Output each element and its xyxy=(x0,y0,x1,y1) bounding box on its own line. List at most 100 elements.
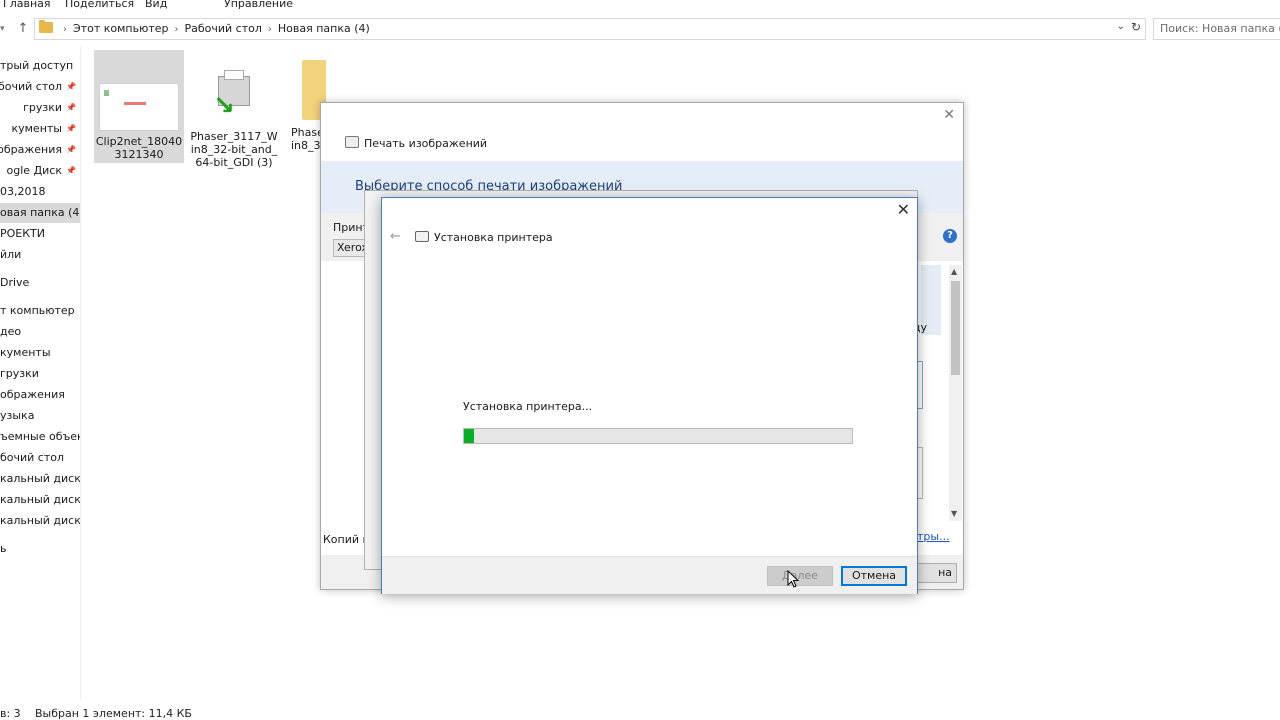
sidebar-item-label: кальный диск (С xyxy=(0,472,81,485)
sidebar-item-label: овая папка (4) xyxy=(0,206,81,219)
sidebar-item-label: РОЕКТИ xyxy=(0,227,45,240)
sidebar-item[interactable]: ображения xyxy=(0,385,80,405)
tab-share[interactable]: Поделиться xyxy=(65,0,134,10)
layout-scrollbar[interactable]: ▲ ▼ xyxy=(949,265,962,521)
sidebar-item[interactable]: ображения 📌 xyxy=(0,140,80,160)
sidebar-item-label: ъемные объекты xyxy=(0,430,80,443)
sidebar-item-label: бочий стол xyxy=(0,80,62,93)
sidebar-item-label: 03,2018 xyxy=(0,185,46,198)
sidebar-item-label: кументы xyxy=(0,346,51,359)
chevron-right-icon: › xyxy=(267,24,272,35)
chevron-up-icon[interactable]: ▲ xyxy=(951,267,957,276)
chevron-right-icon: › xyxy=(63,24,67,35)
next-button[interactable]: Далее xyxy=(767,566,833,586)
sidebar-item-label: йли xyxy=(0,248,22,261)
file-item-phaser-driver[interactable]: ↘ Phaser_3117_Win8_32-bit_and_64-bit_GDI… xyxy=(189,50,279,176)
sidebar-item-label: ображения xyxy=(0,388,65,401)
sidebar-item[interactable]: кументы xyxy=(0,343,80,363)
pin-icon[interactable]: 📌 xyxy=(66,98,76,118)
sidebar-item-label: ображения xyxy=(0,143,62,156)
back-arrow-icon[interactable]: ← xyxy=(390,229,401,244)
sidebar-item[interactable]: РОЕКТИ xyxy=(0,224,80,244)
navigation-pane: трый доступ бочий стол 📌 грузки 📌 кументы 📌 обр… xyxy=(0,46,81,700)
sidebar-item-label: кальный диск (D xyxy=(0,493,81,506)
breadcrumb-desktop[interactable]: Рабочий стол xyxy=(185,22,262,35)
selection-info: Выбран 1 элемент: 11,4 КБ xyxy=(35,707,192,720)
sidebar-item[interactable]: бочий стол 📌 xyxy=(0,77,80,97)
progress-fill xyxy=(464,429,474,443)
sidebar-item-label: Drive xyxy=(0,276,30,289)
ribbon-tabs: Главная Поделиться Вид Управление xyxy=(0,0,1280,12)
sidebar-item[interactable]: кальный диск (D xyxy=(0,490,80,510)
file-item-clip2net[interactable]: Clip2net_180403121340 xyxy=(94,50,184,163)
address-bar[interactable]: › Этот компьютер › Рабочий стол › Новая папка… xyxy=(34,18,1146,40)
sidebar-item[interactable]: т компьютер xyxy=(0,301,80,321)
status-bar: в: 3 Выбран 1 элемент: 11,4 КБ xyxy=(0,707,1280,720)
install-progress-bar xyxy=(463,428,853,444)
sidebar-item[interactable]: ь xyxy=(0,539,80,559)
wizard-title: Установка принтера xyxy=(415,231,553,244)
tab-home[interactable]: Главная xyxy=(3,0,51,10)
sidebar-item[interactable]: грузки xyxy=(0,364,80,384)
sidebar-item[interactable]: ogle Диск 📌 xyxy=(0,161,80,181)
tab-manage[interactable]: Управление xyxy=(224,0,293,10)
search-placeholder: Поиск: Новая папка (4) xyxy=(1160,22,1280,35)
items-count: в: 3 xyxy=(0,707,21,720)
chevron-down-icon[interactable]: ▼ xyxy=(951,509,957,518)
pin-icon[interactable]: 📌 xyxy=(66,119,76,139)
mouse-cursor-icon xyxy=(787,570,799,588)
help-icon[interactable]: ? xyxy=(943,229,957,243)
sidebar-item-label: бочий стол xyxy=(0,451,65,464)
sidebar-item[interactable]: Drive xyxy=(0,273,80,293)
wizard-footer: Далее Отмена xyxy=(382,556,917,594)
pin-icon[interactable]: 📌 xyxy=(66,161,76,181)
folder-icon xyxy=(39,20,53,33)
sidebar-item[interactable]: узыка xyxy=(0,406,80,426)
sidebar-item-label: грузки xyxy=(0,367,39,380)
chevron-right-icon: › xyxy=(174,24,179,35)
up-arrow-icon[interactable]: ↑ xyxy=(14,20,32,38)
pin-icon[interactable]: 📌 xyxy=(66,140,76,160)
installer-icon: ↘ xyxy=(210,70,258,124)
printer-icon xyxy=(415,231,429,242)
sidebar-item[interactable]: йли xyxy=(0,245,80,265)
sidebar-item[interactable]: кументы 📌 xyxy=(0,119,80,139)
pin-icon[interactable]: 📌 xyxy=(66,77,76,97)
dialog-title: Печать изображений xyxy=(345,136,487,150)
recent-locations-icon[interactable]: ▾ xyxy=(0,20,10,38)
tab-view[interactable]: Вид xyxy=(145,0,167,10)
sidebar-item[interactable]: овая папка (4) xyxy=(0,203,80,223)
sidebar-item[interactable]: део xyxy=(0,322,80,342)
sidebar-item[interactable]: трый доступ xyxy=(0,56,80,76)
sidebar-item[interactable]: кальный диск (E xyxy=(0,511,80,531)
cancel-button[interactable]: Отмена xyxy=(841,566,907,586)
breadcrumb: › Этот компьютер › Рабочий стол › Новая папка… xyxy=(57,22,370,35)
sidebar-item[interactable]: 03,2018 xyxy=(0,182,80,202)
sidebar-item-label: део xyxy=(0,325,22,338)
sidebar-item-label: узыка xyxy=(0,409,35,422)
options-link[interactable]: тры... xyxy=(917,530,950,543)
sidebar-item[interactable]: грузки 📌 xyxy=(0,98,80,118)
sidebar-item[interactable]: ъемные объекты xyxy=(0,427,80,447)
install-status-text: Установка принтера... xyxy=(463,400,593,413)
sidebar-item-label: ogle Диск xyxy=(6,164,62,177)
sidebar-item[interactable]: бочий стол xyxy=(0,448,80,468)
breadcrumb-current-folder[interactable]: Новая папка (4) xyxy=(278,22,370,35)
close-icon[interactable]: ✕ xyxy=(943,107,955,123)
sidebar-item[interactable]: кальный диск (С xyxy=(0,469,80,489)
sidebar-item-label: кументы xyxy=(11,122,62,135)
sidebar-item-label: трый доступ xyxy=(0,59,74,72)
search-input[interactable]: Поиск: Новая папка (4) xyxy=(1153,18,1280,40)
address-toolbar: ▾ ↑ › Этот компьютер › Рабочий стол › Новая п… xyxy=(0,16,1280,42)
sidebar-item-label: грузки xyxy=(23,101,62,114)
chevron-down-icon[interactable]: ⌄ xyxy=(1117,21,1125,32)
print-cancel-button[interactable]: на xyxy=(917,563,957,583)
file-name: Clip2net_180403121340 xyxy=(95,135,183,161)
breadcrumb-this-pc[interactable]: Этот компьютер xyxy=(73,22,169,35)
file-name: Phaser_3117_Win8_32-bit_and_64-bit_GDI (… xyxy=(190,130,278,169)
add-printer-wizard: ✕ ← Установка принтера Установка принтер… xyxy=(381,197,918,594)
sidebar-item-label: т компьютер xyxy=(0,304,75,317)
refresh-icon[interactable]: ↻ xyxy=(1131,20,1141,34)
sidebar-item-label: кальный диск (E xyxy=(0,514,81,527)
close-icon[interactable]: ✕ xyxy=(897,200,910,219)
